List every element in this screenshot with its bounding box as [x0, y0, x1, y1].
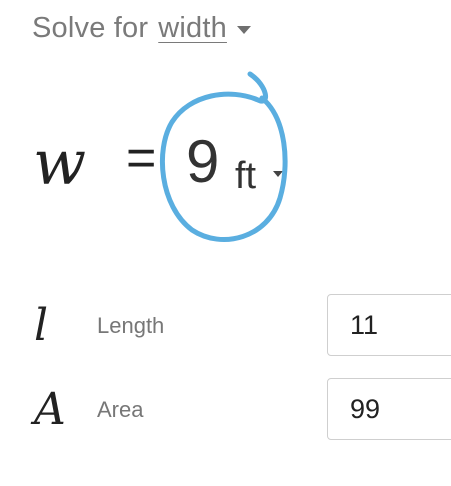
result-equation: w = 9 ft [0, 110, 451, 230]
length-symbol: l [34, 300, 49, 351]
solve-for-selector[interactable]: Solve for width [32, 8, 251, 48]
length-label: Length [97, 313, 165, 338]
result-value: 9 [186, 128, 220, 195]
solve-for-label: Solve for [32, 11, 149, 44]
unit-dropdown-icon[interactable] [273, 171, 283, 177]
area-label: Area [97, 397, 144, 422]
length-input[interactable] [327, 294, 451, 356]
result-variable-symbol: w [33, 126, 87, 199]
length-row: l Length [0, 294, 451, 358]
solve-variable-link[interactable]: width [158, 12, 227, 45]
area-symbol: A [34, 384, 66, 435]
equals-sign: = [126, 129, 157, 187]
chevron-down-icon[interactable] [236, 25, 251, 34]
area-row: A Area [0, 378, 451, 442]
result-unit-selector[interactable]: ft [235, 154, 256, 198]
area-input[interactable] [327, 378, 451, 440]
